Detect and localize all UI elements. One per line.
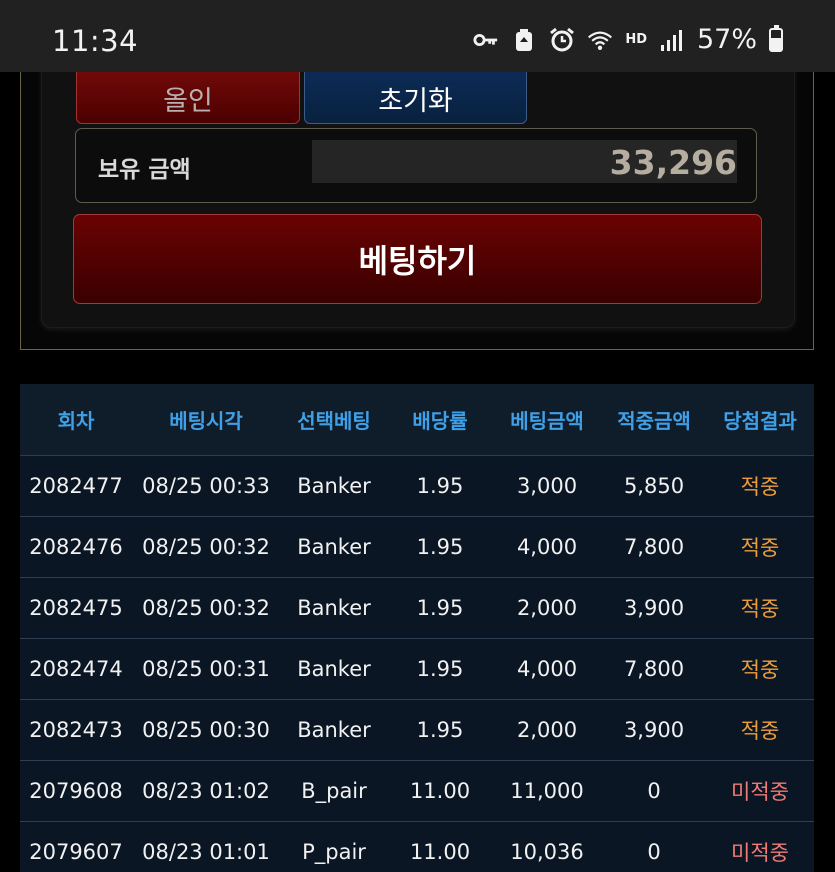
- time-cell: 08/25 00:31: [142, 657, 270, 681]
- column-header-result: 당첨결과: [723, 409, 797, 433]
- result-cell: 적중: [740, 597, 780, 621]
- odds-cell: 1.95: [416, 596, 464, 620]
- battery-icon: [769, 24, 783, 52]
- column-header-amount: 베팅금액: [510, 409, 584, 433]
- payout-cell: 5,850: [623, 474, 685, 498]
- balance-label: 보유 금액: [98, 157, 191, 183]
- odds-cell: 11.00: [409, 840, 471, 864]
- odds-cell: 1.95: [416, 474, 464, 498]
- status-icons: HD 57%: [473, 24, 783, 55]
- column-header-round: 회차: [57, 409, 95, 433]
- network-type: HD: [625, 32, 647, 47]
- result-cell: 적중: [740, 719, 780, 743]
- column-header-pick: 선택베팅: [297, 409, 371, 433]
- table-row: 2082474 08/25 00:31 Banker 1.95 4,000 7,800 적중: [20, 639, 814, 700]
- amount-cell: 2,000: [516, 718, 578, 742]
- balance-value: 33,296: [609, 143, 737, 182]
- table-body: 2082477 08/25 00:33 Banker 1.95 3,000 5,850 적중…: [20, 456, 814, 872]
- amount-cell: 3,000: [516, 474, 578, 498]
- odds-cell: 1.95: [416, 657, 464, 681]
- table-row: 2079608 08/23 01:02 B_pair 11.00 11,000 0 미적중: [20, 761, 814, 822]
- time-cell: 08/23 01:02: [142, 779, 270, 803]
- place-bet-button[interactable]: 베팅하기: [73, 214, 762, 304]
- battery-fill: [771, 38, 781, 50]
- time-cell: 08/25 00:32: [142, 596, 270, 620]
- bet-history-table: 회차 베팅시각 선택베팅 배당률 베팅금액 적중금액 당첨결과 2082477 0…: [20, 384, 814, 872]
- battery-percent: 57%: [696, 24, 757, 55]
- payout-cell: 3,900: [623, 596, 685, 620]
- table-row: 2082476 08/25 00:32 Banker 1.95 4,000 7,800 적중: [20, 517, 814, 578]
- odds-cell: 11.00: [409, 779, 471, 803]
- round-cell: 2082473: [29, 718, 123, 742]
- result-cell: 미적중: [731, 780, 789, 804]
- balance-box: 보유 금액 33,296: [75, 128, 757, 203]
- column-header-time: 베팅시각: [169, 409, 243, 433]
- signal-icon: [659, 27, 685, 53]
- recycle-icon: [511, 27, 537, 53]
- table-header: 회차 베팅시각 선택베팅 배당률 베팅금액 적중금액 당첨결과: [20, 384, 814, 456]
- pick-cell: B_pair: [301, 779, 367, 803]
- payout-cell: 7,800: [623, 657, 685, 681]
- payout-cell: 0: [647, 779, 661, 803]
- pick-cell: Banker: [297, 718, 371, 742]
- status-bar: 11:34 HD 57%: [0, 0, 835, 72]
- key-icon: [473, 27, 499, 53]
- time-cell: 08/25 00:33: [142, 474, 270, 498]
- result-cell: 적중: [740, 475, 780, 499]
- bet-panel: 올인 초기화 보유 금액 33,296 베팅하기: [20, 50, 814, 350]
- payout-cell: 7,800: [623, 535, 685, 559]
- amount-cell: 2,000: [516, 596, 578, 620]
- table-row: 2082473 08/25 00:30 Banker 1.95 2,000 3,900 적중: [20, 700, 814, 761]
- round-cell: 2082475: [29, 596, 123, 620]
- alarm-icon: [549, 27, 575, 53]
- table-row: 2079607 08/23 01:01 P_pair 11.00 10,036 0 미적중: [20, 822, 814, 872]
- pick-cell: Banker: [297, 657, 371, 681]
- round-cell: 2079608: [29, 779, 123, 803]
- round-cell: 2079607: [29, 840, 123, 864]
- round-cell: 2082477: [29, 474, 123, 498]
- amount-cell: 4,000: [516, 535, 578, 559]
- pick-cell: Banker: [297, 535, 371, 559]
- result-cell: 적중: [740, 658, 780, 682]
- payout-cell: 0: [647, 840, 661, 864]
- wifi-icon: [587, 27, 613, 53]
- column-header-odds: 배당률: [412, 409, 468, 433]
- balance-field: 33,296: [312, 140, 737, 183]
- pick-cell: P_pair: [302, 840, 366, 864]
- table-row: 2082475 08/25 00:32 Banker 1.95 2,000 3,900 적중: [20, 578, 814, 639]
- table-row: 2082477 08/25 00:33 Banker 1.95 3,000 5,850 적중: [20, 456, 814, 517]
- time-cell: 08/25 00:32: [142, 535, 270, 559]
- odds-cell: 1.95: [416, 718, 464, 742]
- amount-cell: 4,000: [516, 657, 578, 681]
- odds-cell: 1.95: [416, 535, 464, 559]
- round-cell: 2082474: [29, 657, 123, 681]
- amount-cell: 11,000: [510, 779, 584, 803]
- column-header-payout: 적중금액: [617, 409, 691, 433]
- amount-cell: 10,036: [510, 840, 584, 864]
- pick-cell: Banker: [297, 596, 371, 620]
- result-cell: 적중: [740, 536, 780, 560]
- status-time: 11:34: [52, 24, 139, 58]
- result-cell: 미적중: [731, 841, 789, 865]
- payout-cell: 3,900: [623, 718, 685, 742]
- time-cell: 08/23 01:01: [142, 840, 270, 864]
- pick-cell: Banker: [297, 474, 371, 498]
- round-cell: 2082476: [29, 535, 123, 559]
- time-cell: 08/25 00:30: [142, 718, 270, 742]
